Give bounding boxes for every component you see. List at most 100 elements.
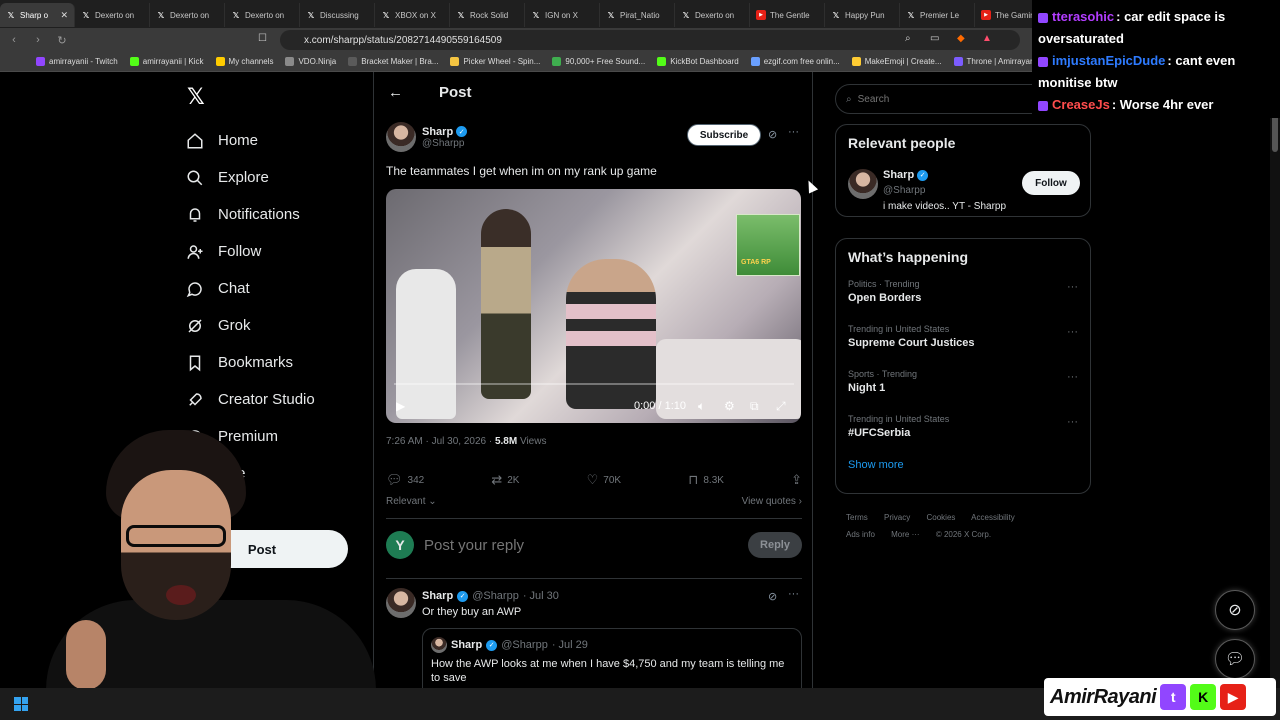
trend-item[interactable]: Sports · Trending Night 1 ···: [836, 363, 1090, 408]
sidebar-item-follow[interactable]: Follow: [186, 233, 315, 270]
bookmark-item[interactable]: 90,000+ Free Sound...: [552, 57, 645, 66]
grok-icon[interactable]: ⊘: [768, 590, 777, 603]
sidebar-item-home[interactable]: Home: [186, 122, 315, 159]
x-logo-icon[interactable]: 𝕏: [187, 84, 205, 110]
browser-tab[interactable]: 𝕏 Pirat_Natio: [600, 3, 675, 27]
person-handle[interactable]: @Sharpp: [883, 185, 925, 196]
footer-link[interactable]: Privacy: [884, 513, 910, 522]
avatar[interactable]: [848, 169, 878, 199]
video-player[interactable]: GTA6 RP ▶ 0:00 / 1:10 🔈︎ ⚙ ⧉ ⤢: [386, 189, 801, 423]
reply-button[interactable]: Reply: [748, 532, 802, 558]
browser-tab[interactable]: 𝕏 Dexerto on: [150, 3, 225, 27]
settings-icon[interactable]: ⚙: [724, 399, 735, 413]
sidebar-item-chat[interactable]: Chat: [186, 270, 315, 307]
person-name[interactable]: Sharp ✓: [883, 169, 929, 181]
sidebar-item-notifications[interactable]: Notifications: [186, 196, 315, 233]
bookmark-item[interactable]: Bracket Maker | Bra...: [348, 57, 438, 66]
like-action[interactable]: ♡ 70K: [587, 472, 621, 488]
bookmark-item[interactable]: VDO.Ninja: [285, 57, 336, 66]
bookmark-item[interactable]: ezgif.com free onlin...: [750, 57, 840, 66]
more-options-icon[interactable]: ···: [788, 126, 799, 138]
trend-item[interactable]: Trending in United States #UFCSerbia ···: [836, 408, 1090, 453]
bookmark-action[interactable]: ⊓ 8.3K: [688, 472, 724, 488]
search-input[interactable]: [857, 93, 1058, 105]
author-handle[interactable]: @Sharpp: [422, 138, 467, 149]
rewards-icon[interactable]: ▲: [982, 33, 992, 44]
subscribe-button[interactable]: Subscribe: [687, 124, 761, 146]
browser-tab[interactable]: 𝕏 Dexerto on: [225, 3, 300, 27]
grok-float-button[interactable]: ⊘: [1215, 590, 1255, 630]
divider: [386, 518, 802, 519]
avatar[interactable]: Y: [386, 531, 414, 559]
author-name[interactable]: Sharp ✓: [422, 126, 468, 138]
person-bio: i make videos.. YT - Sharpp: [883, 201, 1007, 212]
trend-item[interactable]: Politics · Trending Open Borders ···: [836, 273, 1090, 318]
follow-button[interactable]: Follow: [1022, 171, 1080, 195]
browser-tab[interactable]: 𝕏 Premier Le: [900, 3, 975, 27]
zoom-icon[interactable]: ⌕: [905, 33, 911, 44]
bookmark-item[interactable]: My channels: [215, 57, 273, 66]
more-options-icon[interactable]: ···: [1067, 281, 1078, 293]
browser-tab[interactable]: 𝕏 IGN on X: [525, 3, 600, 27]
sidebar-item-grok[interactable]: Grok: [186, 307, 315, 344]
view-quotes-link[interactable]: View quotes ›: [742, 496, 802, 507]
bookmark-item[interactable]: amirrayanii - Twitch: [36, 57, 118, 66]
windows-start-icon[interactable]: [14, 697, 28, 711]
reload-icon[interactable]: ↻: [52, 30, 72, 50]
repost-action[interactable]: ⇄ 2K: [491, 472, 519, 488]
footer-link[interactable]: Accessibility: [971, 513, 1015, 522]
search-icon: ⌕: [846, 93, 852, 105]
pip-icon[interactable]: ⧉: [750, 399, 759, 414]
bookmark-item[interactable]: KickBot Dashboard: [657, 57, 739, 66]
reply-action[interactable]: 💬︎ 342: [386, 472, 424, 488]
avatar[interactable]: [386, 588, 416, 618]
play-icon[interactable]: ▶: [396, 399, 405, 413]
divider: [386, 578, 802, 579]
browser-tab[interactable]: ▶ The Gentle: [750, 3, 825, 27]
sidebar-item-bookmarks[interactable]: Bookmarks: [186, 344, 315, 381]
browser-tab[interactable]: 𝕏 Happy Pun: [825, 3, 900, 27]
messages-float-button[interactable]: 💬︎: [1215, 639, 1255, 679]
browser-tab[interactable]: 𝕏 XBOX on X: [375, 3, 450, 27]
bookmark-item[interactable]: MakeEmoji | Create...: [851, 57, 942, 66]
more-options-icon[interactable]: ···: [1067, 416, 1078, 428]
bookmark-icon[interactable]: ☐: [258, 33, 267, 44]
reply-input[interactable]: [424, 536, 724, 554]
browser-tab[interactable]: 𝕏 Sharp o ✕: [0, 3, 75, 27]
forward-arrow-icon[interactable]: ›: [28, 30, 48, 50]
bookmark-item[interactable]: amirrayanii | Kick: [129, 57, 204, 66]
brave-shield-icon[interactable]: ◆: [957, 33, 965, 44]
video-progress-bar[interactable]: [394, 383, 794, 385]
footer-link[interactable]: Ads info: [846, 530, 875, 539]
browser-tab[interactable]: 𝕏 Discussing: [300, 3, 375, 27]
sidebar-item-creator-studio[interactable]: Creator Studio: [186, 381, 315, 418]
sidebar-item-explore[interactable]: Explore: [186, 159, 315, 196]
footer-link[interactable]: Terms: [846, 513, 868, 522]
main-column: ← Post Sharp ✓ @Sharpp Subscribe ⊘ ··· Th…: [373, 72, 813, 698]
avatar[interactable]: [386, 122, 416, 152]
browser-tab[interactable]: 𝕏 Dexerto on: [675, 3, 750, 27]
footer-link[interactable]: Cookies: [926, 513, 955, 522]
back-arrow-icon[interactable]: ←: [388, 84, 403, 101]
more-options-icon[interactable]: ···: [1067, 371, 1078, 383]
volume-icon[interactable]: 🔈︎: [698, 399, 705, 414]
scrollbar[interactable]: [1270, 72, 1280, 688]
browser-tab[interactable]: 𝕏 Rock Solid: [450, 3, 525, 27]
close-icon[interactable]: ✕: [60, 10, 68, 21]
bracket-icon: [348, 57, 358, 66]
share-action[interactable]: ⇪: [791, 472, 802, 488]
more-options-icon[interactable]: ···: [788, 588, 799, 600]
chat-icon: 💬︎: [1224, 651, 1246, 668]
browser-tab[interactable]: 𝕏 Dexerto on: [75, 3, 150, 27]
sort-dropdown[interactable]: Relevant ⌄: [386, 496, 437, 507]
fullscreen-icon[interactable]: ⤢: [776, 399, 786, 414]
bookmark-item[interactable]: Picker Wheel - Spin...: [450, 57, 540, 66]
trend-item[interactable]: Trending in United States Supreme Court …: [836, 318, 1090, 363]
footer-link[interactable]: More ···: [891, 530, 919, 539]
more-options-icon[interactable]: ···: [1067, 326, 1078, 338]
show-more-link[interactable]: Show more: [836, 453, 1090, 477]
cast-icon[interactable]: ▭: [930, 33, 939, 44]
grok-icon[interactable]: ⊘: [768, 128, 777, 141]
bookmark-item[interactable]: Throne | Amirrayan: [953, 57, 1034, 66]
back-arrow-icon[interactable]: ‹: [4, 30, 24, 50]
